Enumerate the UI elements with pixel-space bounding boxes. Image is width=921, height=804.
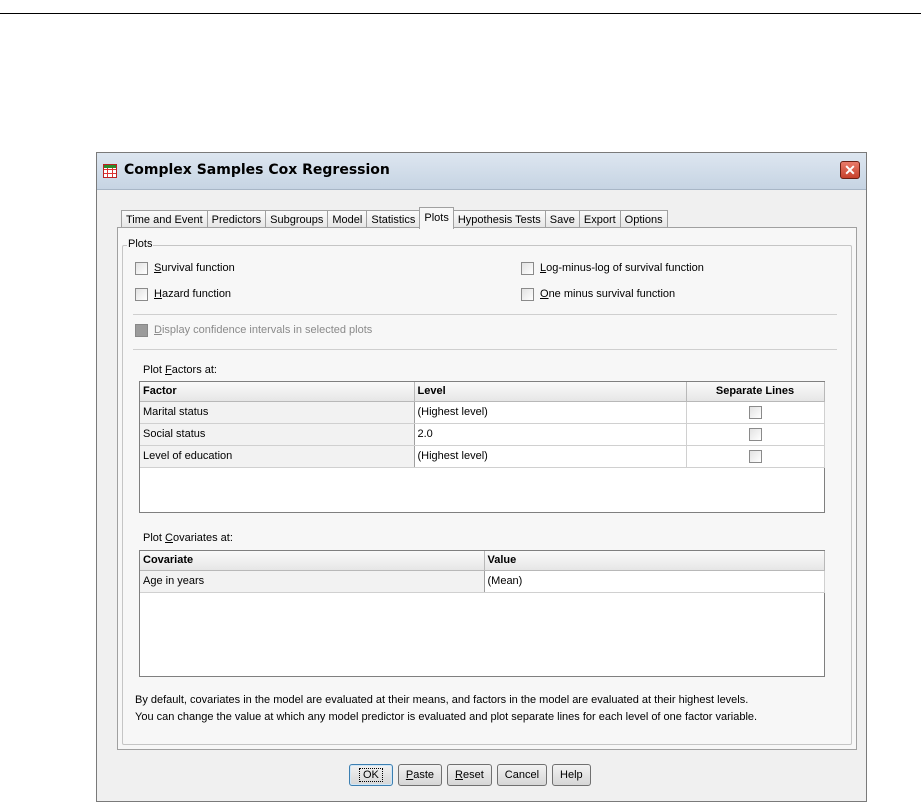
survival-function-label: urvival function bbox=[161, 262, 235, 274]
plots-group-legend: Plots bbox=[127, 238, 154, 250]
value-column-header[interactable]: Value bbox=[484, 551, 825, 571]
separate-lines-checkbox[interactable] bbox=[748, 405, 762, 419]
tab-panel-plots: Plots Survival function Hazard function … bbox=[117, 227, 857, 750]
plot-covariates-label-pre: Plot bbox=[143, 532, 166, 544]
title-bar[interactable]: Complex Samples Cox Regression ✕ bbox=[97, 153, 866, 190]
factors-grid: Factor Level Separate Lines Marital stat… bbox=[139, 381, 825, 513]
separator bbox=[133, 349, 837, 350]
button-bar: OK Paste Reset Cancel Help bbox=[349, 764, 596, 786]
level-cell[interactable]: (Highest level) bbox=[414, 401, 687, 424]
reset-button-label: eset bbox=[463, 769, 484, 781]
plot-factors-mnemonic: F bbox=[165, 364, 172, 376]
separate-lines-checkbox[interactable] bbox=[748, 449, 762, 463]
plot-factors-label: Plot Factors at: bbox=[143, 364, 217, 376]
level-column-header[interactable]: Level bbox=[414, 382, 687, 402]
separate-lines-cell bbox=[686, 401, 825, 424]
reset-mnemonic: R bbox=[455, 769, 463, 781]
cancel-button[interactable]: Cancel bbox=[496, 764, 548, 786]
plot-covariates-label-post: ovariates at: bbox=[172, 532, 233, 544]
covariates-header-row: Covariate Value bbox=[140, 551, 825, 571]
separate-lines-column-header[interactable]: Separate Lines bbox=[686, 382, 825, 402]
hazard-mnemonic: H bbox=[154, 288, 162, 300]
separate-lines-cell bbox=[686, 445, 825, 468]
tab-plots[interactable]: Plots bbox=[419, 207, 454, 229]
close-button[interactable]: ✕ bbox=[840, 161, 860, 179]
plot-covariates-label: Plot Covariates at: bbox=[143, 532, 233, 544]
app-icon bbox=[103, 164, 117, 178]
confidence-intervals-label: isplay confidence intervals in selected … bbox=[161, 324, 373, 336]
ok-button[interactable]: OK bbox=[349, 764, 393, 786]
table-row: Age in years (Mean) bbox=[140, 570, 825, 593]
help-note-line-2: You can change the value at which any mo… bbox=[135, 711, 758, 723]
plot-covariates-mnemonic: C bbox=[165, 532, 173, 544]
help-note: By default, covariates in the model are … bbox=[135, 692, 847, 726]
plots-groupbox: Plots Survival function Hazard function … bbox=[122, 238, 852, 745]
level-cell[interactable]: 2.0 bbox=[414, 423, 687, 446]
help-note-line-1: By default, covariates in the model are … bbox=[135, 694, 749, 706]
covariate-column-header[interactable]: Covariate bbox=[140, 551, 485, 571]
help-button[interactable]: Help bbox=[552, 764, 591, 786]
confidence-intervals-checkbox bbox=[135, 324, 148, 337]
hazard-function-option[interactable]: Hazard function bbox=[135, 288, 231, 302]
separate-lines-checkbox[interactable] bbox=[748, 427, 762, 441]
oneminus-mnemonic: O bbox=[540, 288, 549, 300]
paste-button-label: aste bbox=[413, 769, 435, 781]
ok-button-label: OK bbox=[359, 768, 383, 782]
table-row: Level of education (Highest level) bbox=[140, 445, 825, 468]
covariate-cell: Age in years bbox=[140, 570, 485, 593]
top-rule bbox=[0, 13, 921, 14]
factor-column-header[interactable]: Factor bbox=[140, 382, 415, 402]
plot-factors-label-pre: Plot bbox=[143, 364, 166, 376]
log-minus-log-checkbox[interactable] bbox=[521, 262, 534, 275]
separate-lines-cell bbox=[686, 423, 825, 446]
log-minus-log-label: og-minus-log of survival function bbox=[546, 262, 704, 274]
hazard-function-label: azard function bbox=[161, 288, 232, 300]
covariates-grid: Covariate Value Age in years (Mean) bbox=[139, 550, 825, 677]
reset-button[interactable]: Reset bbox=[447, 764, 492, 786]
level-cell[interactable]: (Highest level) bbox=[414, 445, 687, 468]
paste-button[interactable]: Paste bbox=[397, 764, 443, 786]
factor-cell: Marital status bbox=[140, 401, 415, 424]
table-row: Social status 2.0 bbox=[140, 423, 825, 446]
dialog-window: Complex Samples Cox Regression ✕ Time an… bbox=[96, 152, 867, 802]
value-cell[interactable]: (Mean) bbox=[484, 570, 825, 593]
hazard-function-checkbox[interactable] bbox=[135, 288, 148, 301]
log-minus-log-option[interactable]: Log-minus-log of survival function bbox=[521, 262, 704, 276]
factors-header-row: Factor Level Separate Lines bbox=[140, 382, 825, 402]
one-minus-survival-option[interactable]: One minus survival function bbox=[521, 288, 675, 302]
tab-strip: Time and Event Predictors Subgroups Model St… bbox=[121, 207, 668, 229]
plot-factors-label-post: actors at: bbox=[171, 364, 217, 376]
one-minus-survival-checkbox[interactable] bbox=[521, 288, 534, 301]
survival-function-checkbox[interactable] bbox=[135, 262, 148, 275]
factor-cell: Social status bbox=[140, 423, 415, 446]
confidence-intervals-option: Display confidence intervals in selected… bbox=[135, 324, 372, 338]
survival-function-option[interactable]: Survival function bbox=[135, 262, 235, 276]
factor-cell: Level of education bbox=[140, 445, 415, 468]
window-title: Complex Samples Cox Regression bbox=[124, 162, 390, 178]
ci-mnemonic: D bbox=[154, 324, 162, 336]
separator bbox=[133, 314, 837, 315]
table-row: Marital status (Highest level) bbox=[140, 401, 825, 424]
one-minus-survival-label: ne minus survival function bbox=[548, 288, 676, 300]
